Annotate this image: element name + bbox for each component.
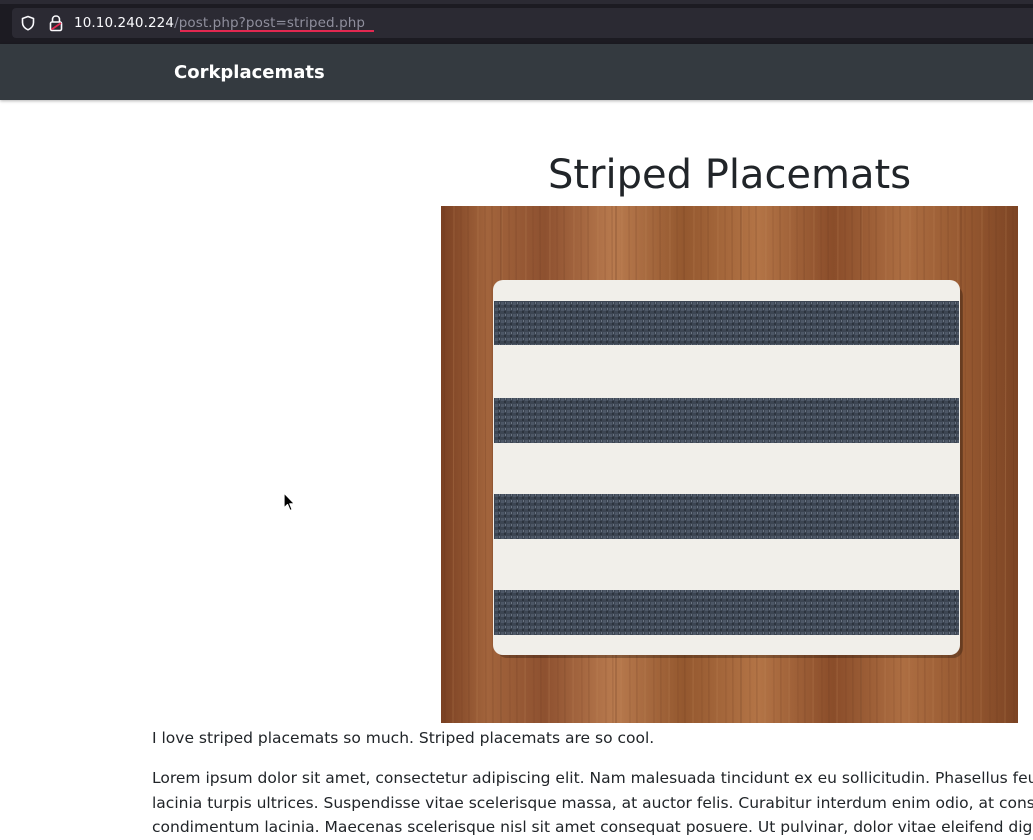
shield-icon[interactable]: [20, 15, 36, 31]
post-body-line: condimentum lacinia. Maecenas scelerisqu…: [152, 818, 1033, 836]
site-brand-link[interactable]: Corkplacemats: [174, 62, 325, 84]
post-image: [441, 206, 1018, 723]
url-path: /post.php?post=striped.php: [174, 15, 366, 31]
tab-strip-edge: [0, 0, 1033, 4]
url-host: 10.10.240.224: [74, 15, 175, 31]
post-body-line: Lorem ipsum dolor sit amet, consectetur …: [152, 769, 1033, 787]
post-intro: I love striped placemats so much. Stripe…: [152, 729, 655, 747]
browser-toolbar: 10.10.240.224/post.php?post=striped.php: [0, 0, 1033, 44]
mouse-cursor-icon: [283, 492, 296, 512]
post-title: Striped Placemats: [547, 152, 912, 198]
post-body-line: lacinia turpis ultrices. Suspendisse vit…: [152, 793, 1033, 812]
site-navbar: Corkplacemats: [0, 44, 1033, 100]
post-body: Lorem ipsum dolor sit amet, consectetur …: [152, 766, 1033, 840]
url-highlight-underline: [180, 30, 374, 32]
lock-icon[interactable]: [48, 14, 64, 32]
